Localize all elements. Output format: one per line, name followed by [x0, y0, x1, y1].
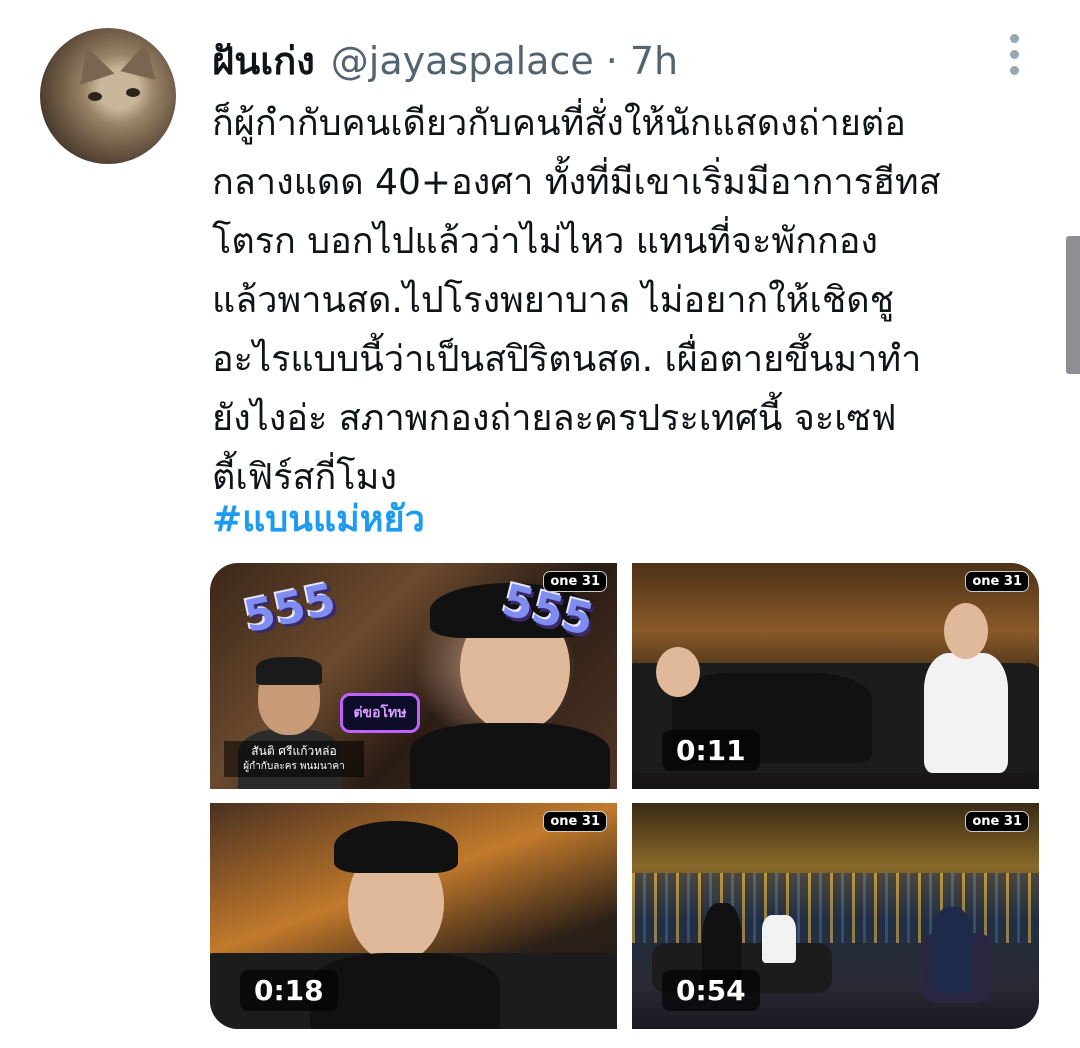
timestamp[interactable]: 7h [630, 39, 678, 83]
person-body [410, 723, 610, 789]
tweet-text-line: ก็ผู้กำกับคนเดียวกับคนที่สั่งให้นักแสดงถ… [212, 103, 906, 144]
speech-bubble: ต่ขอโทษ [340, 693, 420, 733]
channel-logo: one 31 [965, 571, 1029, 592]
channel-logo: one 31 [965, 811, 1029, 832]
tweet-text: ก็ผู้กำกับคนเดียวกับคนที่สั่งให้นักแสดงถ… [212, 94, 1052, 507]
caption-name: สันติ ศรีแก้วหล่อ [251, 744, 337, 758]
cat-eye-left [88, 92, 102, 101]
cat-eye-right [126, 88, 140, 97]
channel-logo: one 31 [543, 811, 607, 832]
overlay-555-left: 555 [239, 574, 341, 643]
avatar[interactable] [40, 28, 176, 164]
video-duration: 0:54 [662, 970, 760, 1011]
man-body [310, 953, 500, 1029]
display-name[interactable]: ฝันเก่ง [212, 30, 315, 91]
tweet-text-line: แล้วพานสด.ไปโรงพยาบาล ไม่อยากให้เชิดชู [212, 280, 895, 321]
media-video-1[interactable]: one 31 0:11 [632, 563, 1039, 789]
tweet-text-line: โตรก บอกไปแล้วว่าไม่ไหว แทนที่จะพักกอง [212, 221, 878, 262]
cat-ear-left [69, 41, 115, 85]
video-duration: 0:18 [240, 970, 338, 1011]
caption-role: ผู้กำกับละคร พนมนาคา [243, 761, 345, 772]
channel-logo: one 31 [543, 571, 607, 592]
media-grid: 555 555 ต่ขอโทษ สันติ ศรีแก้วหล่อ ผู้กำก… [210, 563, 1039, 1029]
man-hair [334, 821, 458, 873]
hashtag-link[interactable]: #แบนแม่หยัว [212, 490, 425, 547]
woman-dress [924, 653, 1008, 773]
media-video-2[interactable]: one 31 0:18 [210, 803, 617, 1029]
tweet-text-line: อะไรแบบนี้ว่าเป็นสปิริตนสด. เผื่อตายขึ้น… [212, 339, 922, 380]
name-caption: สันติ ศรีแก้วหล่อ ผู้กำกับละคร พนมนาคา [224, 741, 364, 777]
scrollbar-thumb[interactable] [1066, 236, 1080, 374]
video-duration: 0:11 [662, 730, 760, 771]
tweet-text-line: กลางแดด 40+องศา ทั้งที่มีเขาเริ่มมีอาการ… [212, 162, 941, 203]
separator: · [605, 39, 618, 83]
woman-face [944, 603, 988, 659]
host [932, 907, 972, 993]
cat-ear-right [120, 38, 164, 80]
tweet-header: ฝันเก่ง @jayaspalace · 7h [212, 30, 678, 83]
media-image-1[interactable]: 555 555 ต่ขอโทษ สันติ ศรีแก้วหล่อ ผู้กำก… [210, 563, 617, 789]
man-face [656, 647, 700, 697]
handle[interactable]: @jayaspalace [331, 39, 594, 83]
media-video-3[interactable]: one 31 0:54 [632, 803, 1039, 1029]
guest-woman [762, 915, 796, 963]
tweet-text-line: ยังไงอ่ะ สภาพกองถ่ายละครประเทศนี้ จะเซฟ [212, 398, 897, 439]
director-hair [256, 657, 322, 685]
more-vertical-icon[interactable] [1004, 34, 1024, 80]
